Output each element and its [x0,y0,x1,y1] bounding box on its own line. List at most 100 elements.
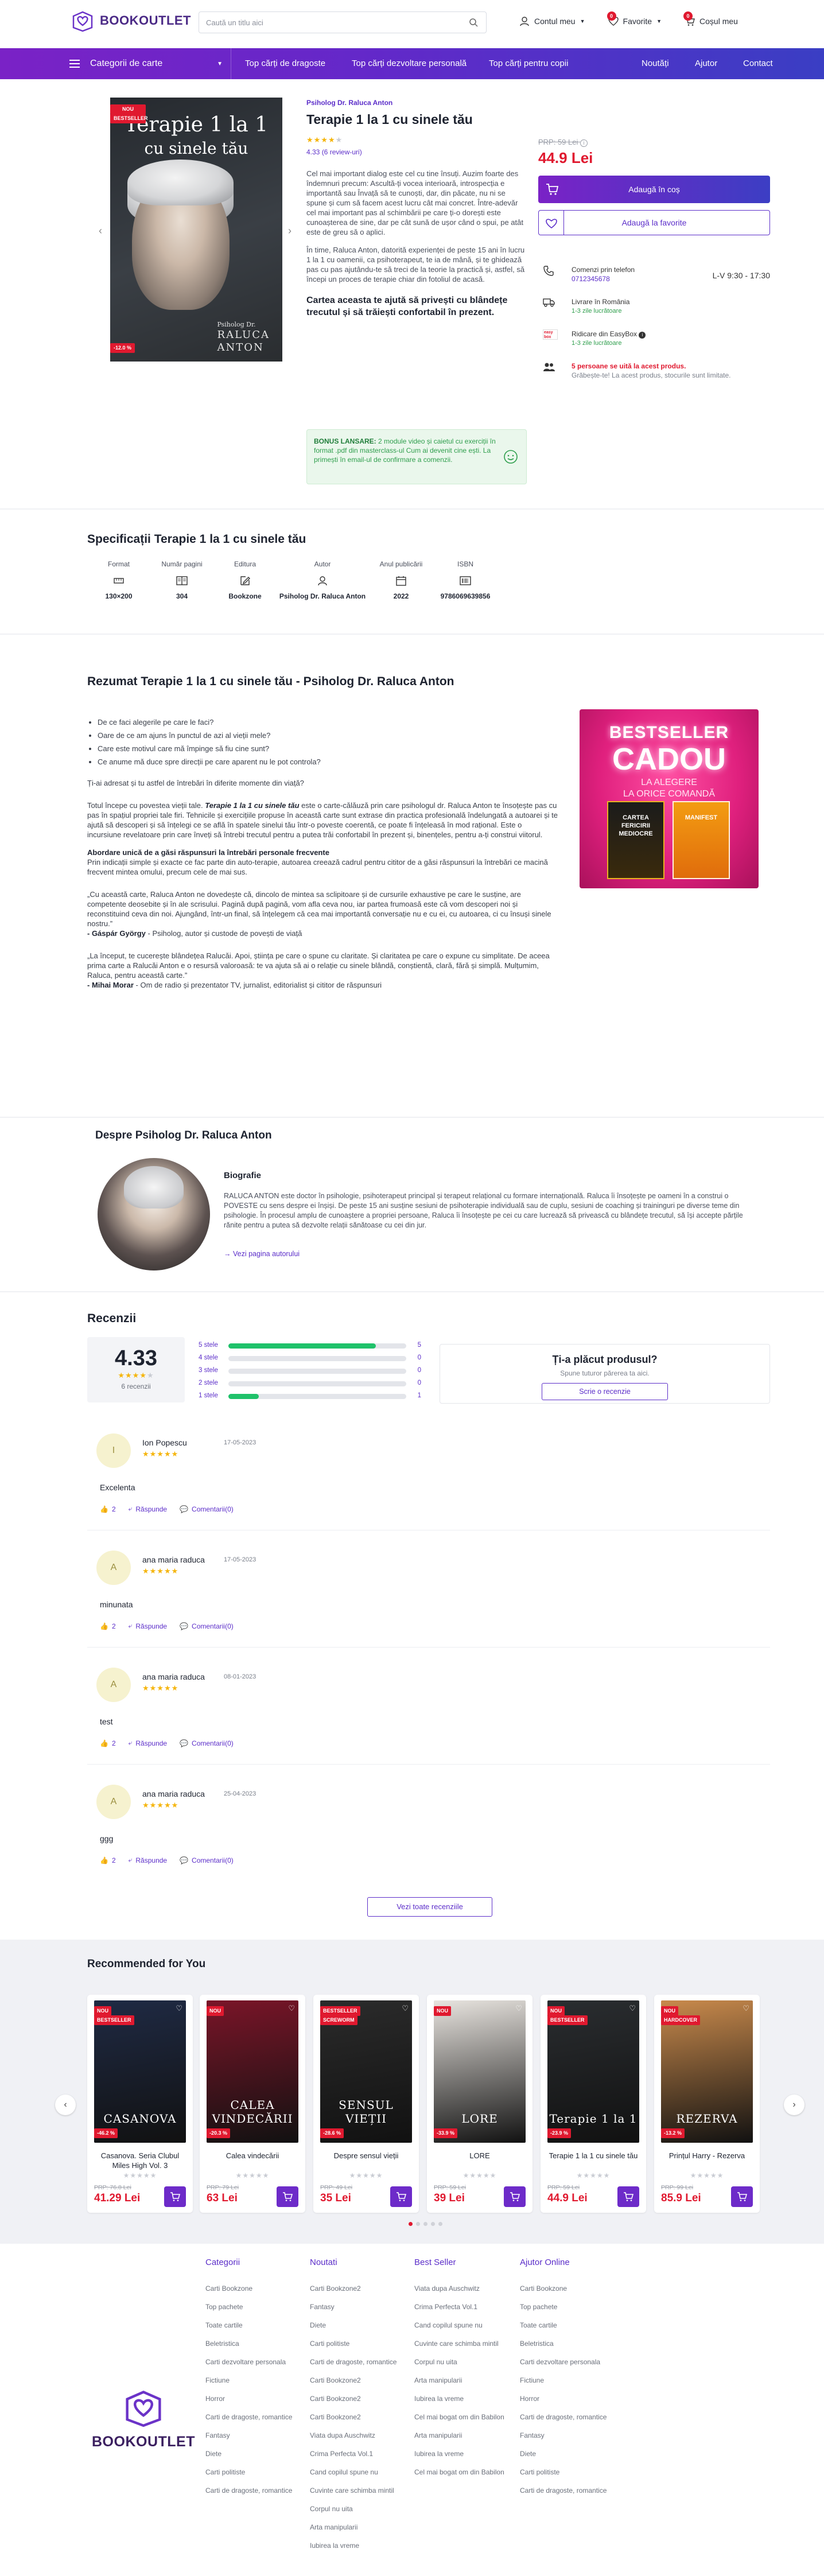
like-button[interactable]: 👍 2 [100,1505,116,1513]
footer-link[interactable]: Cuvinte care schimba mintil [310,2485,397,2496]
site-logo[interactable]: BOOKOUTLET [70,8,191,33]
nav-item-kids[interactable]: Top cărți pentru copii [489,59,568,68]
footer-link[interactable]: Carti de dragoste, romantice [520,2485,607,2496]
footer-link[interactable]: Carti Bookzone2 [310,2394,397,2404]
rating-bar[interactable]: 2 stele 0 [199,1378,421,1389]
footer-link[interactable]: Cel mai bogat om din Babilon [414,2467,504,2477]
nav-item-help[interactable]: Ajutor [695,59,717,68]
footer-link[interactable]: Carti Bookzone [520,2283,607,2294]
search-icon[interactable] [469,18,478,27]
gallery-next-icon[interactable]: › [288,225,291,237]
card-cover-image[interactable]: BESTSELLER SCREWORM -28.6 % SENSUL VIEȚII [320,2000,412,2143]
heart-icon[interactable]: ♡ [288,2004,295,2013]
footer-link[interactable]: Corpul nu uita [310,2504,397,2514]
promo-banner[interactable]: BESTSELLER CADOU LA ALEGERE LA ORICE COMA… [580,709,759,888]
footer-link[interactable]: Carti Bookzone2 [310,2412,397,2422]
card-add-to-cart-button[interactable] [617,2186,639,2207]
product-reviews-link[interactable]: 4.33 (6 review-uri) [306,148,527,156]
product-card[interactable]: NOU -20.3 % CALEA VINDECĂRII ♡ Calea vin… [200,1995,305,2213]
card-cover-image[interactable]: NOU HARDCOVER -13.2 % REZERVA [661,2000,753,2143]
card-title[interactable]: Calea vindecării [204,2151,301,2161]
heart-icon[interactable]: ♡ [402,2004,409,2013]
phone-number[interactable]: 0712345678 [572,275,610,283]
carousel-prev-icon[interactable]: ‹ [55,2095,76,2115]
comments-button[interactable]: 💬 Comentarii(0) [180,1505,234,1513]
footer-link[interactable]: Carti Bookzone2 [310,2375,397,2385]
rating-bar[interactable]: 1 stele 1 [199,1391,421,1401]
product-card[interactable]: NOU BESTSELLER -46.2 % CASANOVA ♡ Casanov… [87,1995,193,2213]
footer-link[interactable]: Viata dupa Auschwitz [414,2283,504,2294]
card-cover-image[interactable]: NOU -20.3 % CALEA VINDECĂRII [207,2000,298,2143]
footer-link[interactable]: Crima Perfecta Vol.1 [414,2302,504,2312]
footer-link[interactable]: Top pachete [520,2302,607,2312]
heart-icon[interactable]: ♡ [176,2004,182,2013]
reply-button[interactable]: ⤶ Răspunde [129,1856,167,1864]
nav-item-personal-dev[interactable]: Top cărți dezvoltare personală [352,59,467,68]
footer-link[interactable]: Arta manipularii [414,2430,504,2441]
product-card[interactable]: NOU -33.9 % LORE ♡ LORE ★★★★★ PRP: 59 Le… [427,1995,533,2213]
carousel-dot[interactable] [423,2222,427,2226]
carousel-dot[interactable] [438,2222,442,2226]
author-page-link[interactable]: → Vezi pagina autorului [224,1250,300,1258]
heart-icon[interactable]: ♡ [743,2004,749,2013]
card-add-to-cart-button[interactable] [504,2186,526,2207]
card-title[interactable]: LORE [432,2151,528,2161]
footer-link[interactable]: Carti politiste [520,2467,607,2477]
carousel-dot[interactable] [431,2222,435,2226]
all-reviews-button[interactable]: Vezi toate recenziile [367,1897,492,1917]
cart-link[interactable]: 0 Coșul meu [683,11,738,26]
card-title[interactable]: Prințul Harry - Rezerva [659,2151,755,2161]
card-add-to-cart-button[interactable] [277,2186,298,2207]
gallery-prev-icon[interactable]: ‹ [99,225,102,237]
card-title[interactable]: Casanova. Seria Clubul Miles High Vol. 3 [92,2151,188,2170]
footer-link[interactable]: Cuvinte care schimba mintil [414,2338,504,2349]
footer-link[interactable]: Fantasy [520,2430,607,2441]
reply-button[interactable]: ⤶ Răspunde [129,1739,167,1747]
footer-link[interactable]: Carti Bookzone [205,2283,292,2294]
footer-link[interactable]: Beletristica [205,2338,292,2349]
footer-link[interactable]: Toate cartile [520,2320,607,2330]
spec-value[interactable]: Psiholog Dr. Raluca Anton [277,592,368,600]
card-add-to-cart-button[interactable] [731,2186,753,2207]
card-cover-image[interactable]: NOU -33.9 % LORE [434,2000,526,2143]
product-card[interactable]: NOU HARDCOVER -13.2 % REZERVA ♡ Prințul H… [654,1995,760,2213]
footer-link[interactable]: Iubirea la vreme [414,2394,504,2404]
carousel-next-icon[interactable]: › [784,2095,804,2115]
footer-link[interactable]: Arta manipularii [310,2522,397,2532]
comments-button[interactable]: 💬 Comentarii(0) [180,1622,234,1630]
rating-bar[interactable]: 5 stele 5 [199,1341,421,1351]
footer-link[interactable]: Fictiune [205,2375,292,2385]
footer-link[interactable]: Cand copilul spune nu [310,2467,397,2477]
like-button[interactable]: 👍 2 [100,1856,116,1864]
footer-link[interactable]: Carti dezvoltare personala [205,2357,292,2367]
footer-link[interactable]: Cel mai bogat om din Babilon [414,2412,504,2422]
footer-link[interactable]: Carti Bookzone2 [310,2283,397,2294]
rating-bar[interactable]: 4 stele 0 [199,1353,421,1363]
footer-link[interactable]: Diete [520,2449,607,2459]
like-button[interactable]: 👍 2 [100,1622,116,1630]
footer-link[interactable]: Cand copilul spune nu [414,2320,504,2330]
rating-bar[interactable]: 3 stele 0 [199,1366,421,1376]
info-icon[interactable]: i [580,139,588,147]
account-menu[interactable]: Contul meu ▼ [519,16,585,26]
carousel-dot[interactable] [409,2222,413,2226]
footer-link[interactable]: Beletristica [520,2338,607,2349]
reply-button[interactable]: ⤶ Răspunde [129,1622,167,1630]
footer-link[interactable]: Carti dezvoltare personala [520,2357,607,2367]
nav-item-news[interactable]: Noutăți [642,59,669,68]
card-cover-image[interactable]: NOU BESTSELLER -23.9 % Terapie 1 la 1 [547,2000,639,2143]
product-card[interactable]: NOU BESTSELLER -23.9 % Terapie 1 la 1 ♡ T… [541,1995,646,2213]
footer-logo[interactable]: BOOKOUTLET [92,2385,195,2450]
footer-link[interactable]: Carti de dragoste, romantice [205,2412,292,2422]
card-cover-image[interactable]: NOU BESTSELLER -46.2 % CASANOVA [94,2000,186,2143]
footer-link[interactable]: Corpul nu uita [414,2357,504,2367]
carousel-dot[interactable] [416,2222,420,2226]
categories-menu-button[interactable]: Categorii de carte ▼ [59,48,231,79]
footer-link[interactable]: Fantasy [310,2302,397,2312]
write-review-button[interactable]: Scrie o recenzie [542,1383,668,1400]
footer-link[interactable]: Iubirea la vreme [414,2449,504,2459]
nav-item-love-books[interactable]: Top cărți de dragoste [245,59,325,68]
card-title[interactable]: Terapie 1 la 1 cu sinele tău [545,2151,642,2161]
favorites-link[interactable]: 0 Favorite ▼ [607,11,662,26]
card-title[interactable]: Despre sensul vieții [318,2151,414,2161]
